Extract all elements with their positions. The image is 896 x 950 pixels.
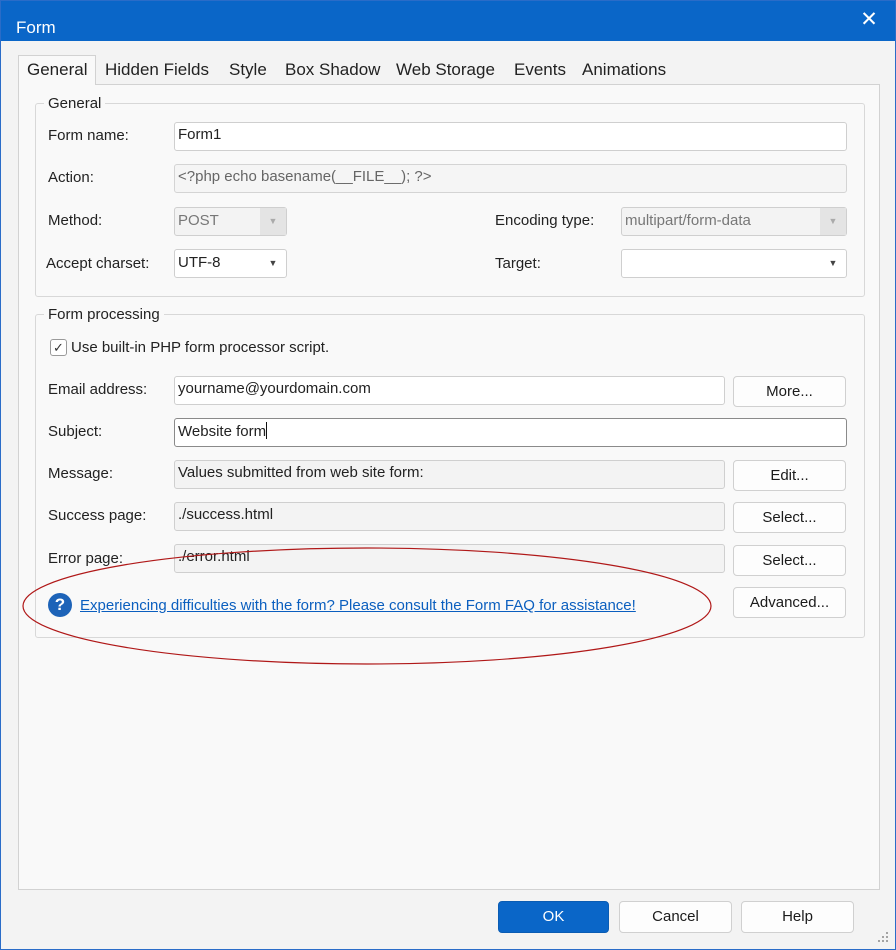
use-builtin-checkbox[interactable]: ✓: [50, 339, 67, 356]
method-label: Method:: [48, 212, 103, 229]
form-processing-legend: Form processing: [48, 306, 160, 323]
accept-charset-value: UTF-8: [178, 254, 221, 271]
success-select-button[interactable]: Select...: [733, 502, 846, 533]
form-dialog: Form ✕ General Hidden Fields Style Box S…: [0, 0, 896, 950]
subject-value: Website form: [178, 423, 267, 440]
chevron-down-icon: ▼: [260, 208, 286, 235]
success-page-input[interactable]: ./success.html: [174, 502, 725, 531]
tab-web-storage[interactable]: Web Storage: [396, 56, 495, 84]
subject-input[interactable]: Website form: [174, 418, 847, 447]
message-label: Message:: [48, 465, 114, 482]
text-caret: [266, 422, 268, 439]
checkmark-icon: ✓: [53, 340, 64, 355]
error-select-button[interactable]: Select...: [733, 545, 846, 576]
email-address-label: Email address:: [48, 381, 148, 398]
action-label: Action:: [48, 169, 94, 186]
tab-hidden-fields[interactable]: Hidden Fields: [105, 56, 209, 84]
cancel-button[interactable]: Cancel: [619, 901, 732, 933]
ok-button[interactable]: OK: [498, 901, 609, 933]
encoding-type-value: multipart/form-data: [625, 212, 751, 229]
accept-charset-label: Accept charset:: [46, 255, 150, 272]
encoding-type-label: Encoding type:: [495, 212, 595, 229]
method-value: POST: [178, 212, 219, 229]
tab-animations[interactable]: Animations: [582, 56, 666, 84]
method-select[interactable]: POST ▼: [174, 207, 287, 236]
general-group-legend: General: [48, 95, 102, 112]
tab-general[interactable]: General: [18, 55, 97, 85]
target-select[interactable]: ▼: [621, 249, 847, 278]
action-input[interactable]: <?php echo basename(__FILE__); ?>: [174, 164, 847, 193]
form-name-input[interactable]: Form1: [174, 122, 847, 151]
chevron-down-icon: ▼: [820, 208, 846, 235]
edit-button[interactable]: Edit...: [733, 460, 846, 491]
message-input[interactable]: Values submitted from web site form:: [174, 460, 725, 489]
encoding-type-select[interactable]: multipart/form-data ▼: [621, 207, 847, 236]
title-bar: Form ✕: [1, 1, 895, 41]
use-builtin-label: Use built-in PHP form processor script.: [71, 339, 330, 356]
target-label: Target:: [495, 255, 541, 272]
success-page-label: Success page:: [48, 507, 147, 524]
advanced-button[interactable]: Advanced...: [733, 587, 846, 618]
close-icon[interactable]: ✕: [857, 9, 881, 30]
subject-label: Subject:: [48, 423, 103, 440]
tab-style[interactable]: Style: [229, 56, 267, 84]
tab-panel-general: General Form name: Form1 Action: <?php e…: [18, 84, 880, 890]
annotation-ellipse: [22, 547, 712, 665]
window-title: Form: [16, 18, 56, 37]
help-button[interactable]: Help: [741, 901, 854, 933]
accept-charset-select[interactable]: UTF-8 ▼: [174, 249, 287, 278]
resize-grip-icon[interactable]: [877, 931, 889, 943]
email-address-input[interactable]: yourname@yourdomain.com: [174, 376, 725, 405]
more-button[interactable]: More...: [733, 376, 846, 407]
form-name-label: Form name:: [48, 127, 129, 144]
chevron-down-icon: ▼: [268, 258, 278, 268]
tab-box-shadow[interactable]: Box Shadow: [285, 56, 380, 84]
tab-events[interactable]: Events: [514, 56, 566, 84]
chevron-down-icon: ▼: [828, 258, 838, 268]
